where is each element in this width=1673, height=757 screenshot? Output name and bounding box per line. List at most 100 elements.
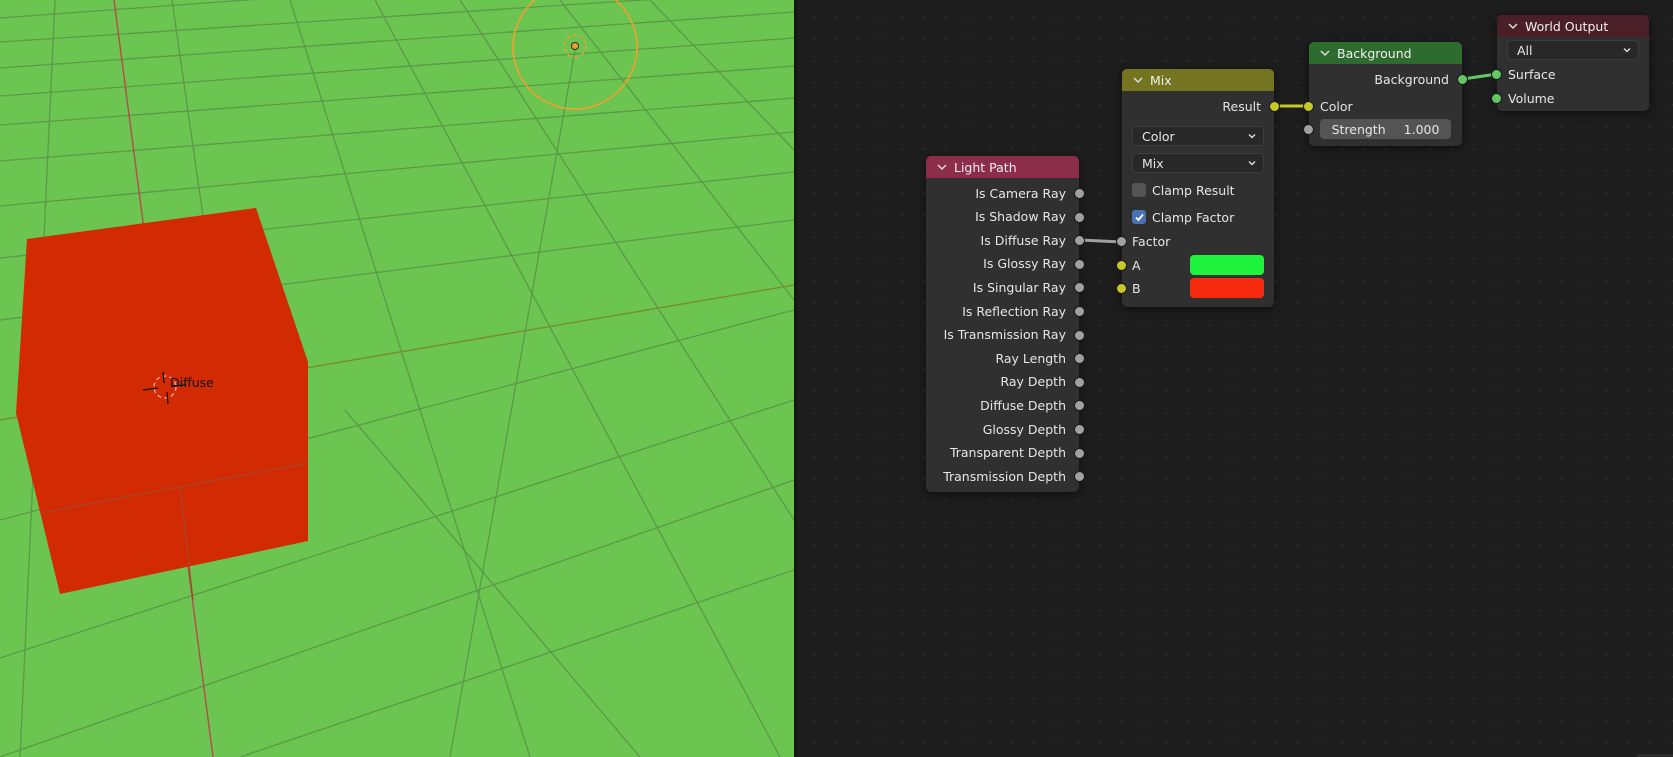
target-dropdown[interactable]: All (1507, 40, 1639, 60)
output-result: Result (1222, 96, 1261, 116)
input-factor: Factor (1132, 231, 1170, 251)
checkbox-unchecked[interactable] (1132, 183, 1146, 197)
output-socket[interactable] (1074, 306, 1085, 317)
viewport-scene (0, 0, 794, 757)
output-row: Is Singular Ray (973, 277, 1066, 297)
output-socket[interactable] (1074, 329, 1085, 341)
clamp-factor-checkbox[interactable]: Clamp Factor (1132, 207, 1234, 227)
socket-label: Surface (1508, 66, 1556, 82)
output-socket[interactable] (1074, 235, 1085, 247)
chevron-down-icon (1248, 134, 1256, 139)
node-mix[interactable]: Mix Result Color Mix Clamp Result Clamp … (1116, 69, 1280, 307)
data-type-dropdown[interactable]: Color (1132, 126, 1264, 146)
node-header[interactable]: Mix (1122, 69, 1274, 91)
object-name-label: Diffuse (170, 375, 214, 390)
node-light-path[interactable]: Light Path Is Camera Ray Is Shadow Ray Is … (926, 156, 1085, 492)
input-b: B (1132, 278, 1141, 298)
socket-label: Result (1222, 98, 1261, 114)
output-socket[interactable] (1074, 353, 1085, 365)
socket-label: Is Shadow Ray (975, 209, 1066, 225)
output-socket[interactable] (1074, 188, 1085, 199)
node-header[interactable]: World Output (1497, 15, 1649, 37)
socket-label: Color (1320, 98, 1353, 114)
dropdown-value: All (1517, 42, 1533, 58)
output-row: Diffuse Depth (980, 395, 1066, 415)
node-world-output[interactable]: World Output All Surface Volume (1491, 15, 1649, 111)
output-row: Glossy Depth (983, 419, 1066, 439)
input-color: Color (1320, 96, 1353, 116)
collapse-chevron-icon[interactable] (1132, 74, 1144, 86)
strength-field[interactable]: Strength 1.000 (1320, 119, 1451, 139)
output-row: Is Diffuse Ray (981, 230, 1066, 250)
socket-label: Background (1374, 71, 1449, 87)
output-background: Background (1374, 69, 1449, 89)
field-label: Strength (1331, 121, 1386, 137)
shader-node-editor[interactable]: Light Path Is Camera Ray Is Shadow Ray Is … (797, 0, 1673, 757)
output-socket[interactable] (1074, 447, 1085, 459)
checkbox-label: Clamp Result (1152, 182, 1235, 198)
output-row: Transmission Depth (943, 466, 1066, 486)
checkbox-checked[interactable] (1132, 210, 1146, 224)
output-socket[interactable] (1074, 376, 1085, 388)
input-volume: Volume (1508, 88, 1555, 108)
clamp-result-checkbox[interactable]: Clamp Result (1132, 180, 1235, 200)
output-row: Ray Length (995, 348, 1066, 368)
socket-label: Glossy Depth (982, 421, 1066, 437)
socket-label: Is Singular Ray (972, 279, 1066, 295)
node-title: Background (1337, 45, 1412, 61)
socket-label: A (1132, 257, 1141, 273)
field-value: 1.000 (1403, 121, 1440, 137)
output-socket[interactable] (1074, 211, 1085, 223)
chevron-down-icon (1248, 161, 1256, 166)
cube-object[interactable] (16, 208, 308, 594)
output-socket-result[interactable] (1269, 101, 1280, 112)
output-row: Transparent Depth (950, 443, 1066, 463)
input-surface: Surface (1508, 64, 1556, 84)
output-row: Is Reflection Ray (962, 301, 1066, 321)
output-socket-background[interactable] (1457, 74, 1468, 85)
output-socket[interactable] (1074, 282, 1085, 294)
input-socket-strength[interactable] (1303, 124, 1314, 135)
socket-label: Diffuse Depth (980, 397, 1066, 413)
input-socket-a[interactable] (1116, 260, 1127, 271)
color-b-swatch[interactable] (1190, 278, 1264, 298)
socket-label: Factor (1132, 233, 1171, 249)
output-row: Is Transmission Ray (944, 325, 1066, 345)
node-header[interactable]: Background (1309, 42, 1462, 64)
node-title: Mix (1150, 72, 1172, 88)
output-row: Is Shadow Ray (975, 207, 1066, 227)
socket-label: Is Camera Ray (975, 185, 1066, 201)
input-socket-surface[interactable] (1491, 69, 1502, 80)
3d-viewport[interactable]: Diffuse (0, 0, 794, 757)
socket-label: Is Glossy Ray (983, 256, 1066, 272)
output-socket[interactable] (1074, 258, 1085, 270)
output-row: Is Camera Ray (975, 183, 1066, 203)
socket-label: B (1132, 280, 1141, 296)
socket-label: Ray Length (995, 350, 1066, 366)
checkmark-icon (1134, 213, 1144, 221)
collapse-chevron-icon[interactable] (1319, 47, 1331, 59)
output-socket[interactable] (1074, 424, 1085, 435)
color-a-swatch[interactable] (1190, 255, 1264, 275)
node-header[interactable]: Light Path (926, 156, 1079, 178)
collapse-chevron-icon[interactable] (1507, 20, 1519, 32)
socket-label: Transmission Depth (943, 468, 1066, 484)
output-socket[interactable] (1074, 471, 1085, 483)
input-socket-color[interactable] (1303, 101, 1314, 112)
dropdown-value: Mix (1142, 155, 1164, 171)
input-socket-volume[interactable] (1491, 93, 1502, 104)
output-socket[interactable] (1074, 400, 1085, 412)
input-socket-b[interactable] (1116, 283, 1127, 294)
node-background[interactable]: Background Background Color Strength 1.0… (1303, 42, 1468, 146)
input-socket-factor[interactable] (1116, 236, 1127, 247)
socket-label: Volume (1508, 90, 1555, 106)
dropdown-value: Color (1142, 128, 1175, 144)
socket-label: Transparent Depth (949, 445, 1066, 461)
output-row: Is Glossy Ray (983, 254, 1066, 274)
collapse-chevron-icon[interactable] (936, 161, 948, 173)
socket-label: Is Transmission Ray (943, 327, 1066, 343)
socket-label: Ray Depth (1000, 374, 1066, 390)
node-title: World Output (1525, 18, 1609, 34)
blend-mode-dropdown[interactable]: Mix (1132, 153, 1264, 173)
socket-label: Is Diffuse Ray (980, 232, 1066, 248)
